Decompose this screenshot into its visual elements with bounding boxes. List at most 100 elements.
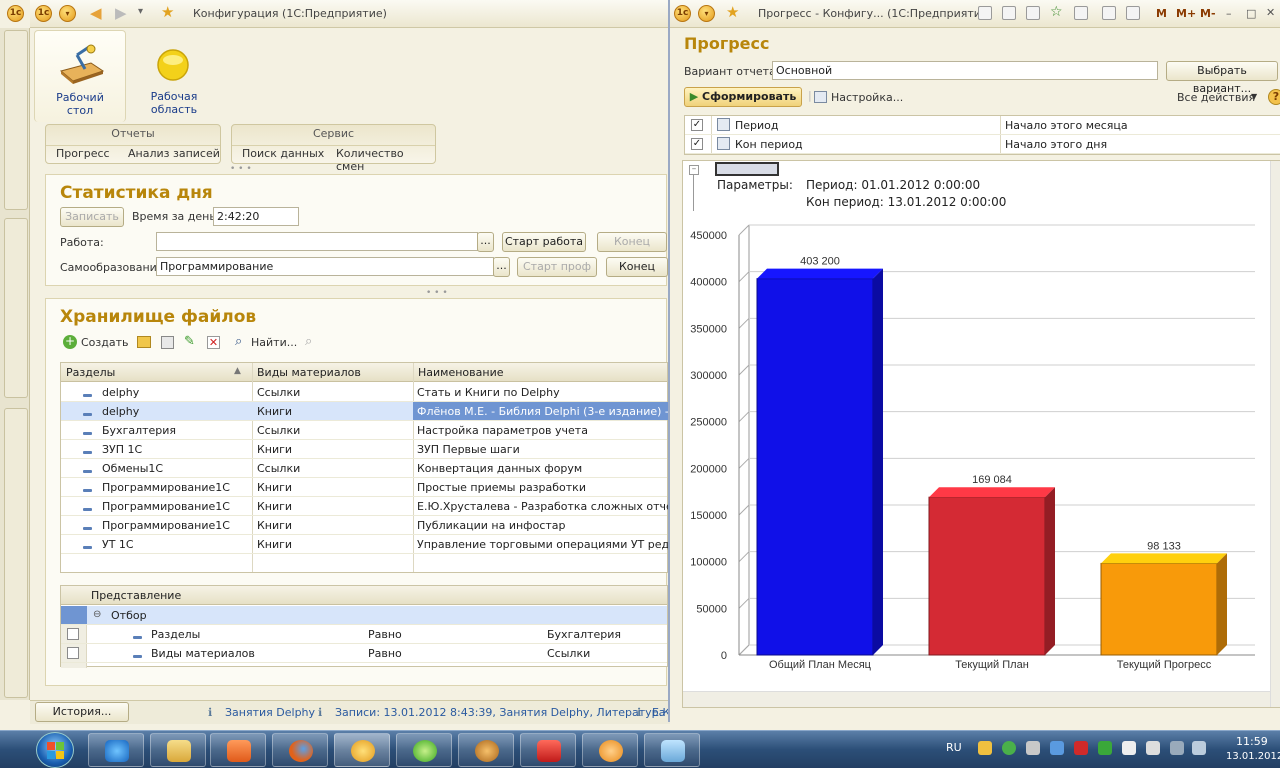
new-folder-icon[interactable] xyxy=(137,336,151,348)
maximize-icon[interactable]: □ xyxy=(1246,7,1256,20)
param-checkbox[interactable]: ✓ xyxy=(691,119,703,131)
1c-logo-icon[interactable]: 1с xyxy=(674,5,691,22)
collapse-icon[interactable]: ⊖ xyxy=(93,609,101,620)
filter-grid[interactable]: Представление ⊖ Отбор Разделы Равно Бухгал… xyxy=(60,585,668,668)
sort-icon[interactable]: ▲ xyxy=(234,366,241,376)
filter-row[interactable]: Виды материалов Равно Ссылки xyxy=(61,644,667,663)
back-arrow-icon[interactable]: ◀ xyxy=(90,4,102,22)
settings-grid-icon[interactable] xyxy=(814,91,827,103)
close-icon[interactable]: ✕ xyxy=(1266,6,1275,19)
acrobat-icon[interactable] xyxy=(520,733,576,767)
1c-logo-icon[interactable]: 1с xyxy=(35,5,52,22)
1c-logo-icon[interactable]: 1с xyxy=(7,5,24,22)
status-link[interactable]: Записи: 13.01.2012 8:43:39, Занятия Delp… xyxy=(335,706,665,719)
col-representation[interactable]: Представление xyxy=(91,589,181,602)
save-button[interactable]: Записать xyxy=(60,207,124,227)
print-icon[interactable] xyxy=(1002,6,1016,20)
param-row[interactable]: ✓ Период Начало этого месяца xyxy=(685,116,1280,135)
filter-row[interactable]: Разделы Равно Бухгалтерия xyxy=(61,625,667,644)
filter-checkbox[interactable] xyxy=(67,647,79,659)
helmet-icon[interactable] xyxy=(458,733,514,767)
tray-icon[interactable] xyxy=(1122,741,1136,755)
self-start-button[interactable]: Старт проф xyxy=(517,257,597,277)
create-plus-icon[interactable]: + xyxy=(63,335,77,349)
tray-icon[interactable] xyxy=(978,741,992,755)
splitter-handle[interactable]: • • • xyxy=(230,164,252,174)
self-select-button[interactable]: ... xyxy=(493,257,510,277)
generate-button[interactable]: ▶ Сформировать xyxy=(684,87,802,107)
variant-field[interactable]: Основной xyxy=(772,61,1158,80)
link-search[interactable]: Поиск данных xyxy=(242,147,324,160)
tray-icon[interactable] xyxy=(1074,741,1088,755)
collapse-icon[interactable]: – xyxy=(689,165,699,175)
calendar-icon[interactable] xyxy=(1126,6,1140,20)
paint-icon[interactable] xyxy=(644,733,700,767)
selected-cell[interactable] xyxy=(715,162,779,176)
param-checkbox[interactable]: ✓ xyxy=(691,138,703,150)
find-button[interactable]: Найти... xyxy=(251,336,297,349)
edit-pencil-icon[interactable]: ✎ xyxy=(184,334,195,349)
memory-plus-button[interactable]: М+ xyxy=(1176,7,1196,20)
clock-time[interactable]: 11:59 xyxy=(1236,735,1268,748)
tray-icon[interactable] xyxy=(1002,741,1016,755)
favorites-star-icon[interactable]: ★ xyxy=(161,3,174,21)
work-start-button[interactable]: Старт работа xyxy=(502,232,586,252)
memory-minus-button[interactable]: М- xyxy=(1200,7,1216,20)
create-button[interactable]: Создать xyxy=(81,336,129,349)
mail-icon[interactable] xyxy=(582,733,638,767)
table-row[interactable]: delphy Книги Флёнов М.Е. - Библия Delphi (… xyxy=(61,402,669,421)
volume-icon[interactable] xyxy=(1192,741,1206,755)
clock-date[interactable]: 13.01.2012 xyxy=(1226,751,1280,762)
save-icon[interactable] xyxy=(978,6,992,20)
self-end-button[interactable]: Конец про xyxy=(606,257,668,277)
icq-icon[interactable] xyxy=(396,733,452,767)
link-shifts[interactable]: Количество смен xyxy=(336,147,435,173)
favorites-star-icon[interactable]: ★ xyxy=(726,3,739,21)
copy-icon[interactable] xyxy=(161,336,174,349)
table-row[interactable]: Обмены1С Ссылки Конвертация данных форум xyxy=(61,459,667,478)
params-grid[interactable]: ✓ Период Начало этого месяца ✓ Кон период Нач… xyxy=(684,115,1280,155)
choose-variant-button[interactable]: Выбрать вариант... xyxy=(1166,61,1278,95)
work-select-button[interactable]: ... xyxy=(477,232,494,252)
1c-icon[interactable] xyxy=(334,733,390,767)
help-icon[interactable]: ? xyxy=(1268,89,1280,105)
splitter-handle[interactable]: • • • xyxy=(426,288,448,298)
tray-icon[interactable] xyxy=(1098,741,1112,755)
history-dropdown-icon[interactable]: ▾ xyxy=(138,6,143,17)
tray-icon[interactable] xyxy=(1050,741,1064,755)
col-material-types[interactable]: Виды материалов xyxy=(257,366,361,379)
self-field[interactable]: Программирование xyxy=(156,257,494,276)
time-field[interactable]: 2:42:20 xyxy=(213,207,299,226)
filter-group-row[interactable]: ⊖ Отбор xyxy=(61,606,667,625)
work-end-button[interactable]: Конец работ xyxy=(597,232,667,252)
left-tab[interactable] xyxy=(4,408,28,698)
left-tab[interactable] xyxy=(4,30,28,210)
table-row[interactable]: Программирование1С Книги Простые приемы ра… xyxy=(61,478,667,497)
table-row[interactable]: Программирование1С Книги Е.Ю.Хрусталева - … xyxy=(61,497,669,516)
preview-icon[interactable] xyxy=(1026,6,1040,20)
link-analysis[interactable]: Анализ записей xyxy=(128,147,220,160)
calculator-icon[interactable] xyxy=(1102,6,1116,20)
add-favorite-icon[interactable]: ☆ xyxy=(1050,4,1063,20)
tray-icon[interactable] xyxy=(1026,741,1040,755)
all-actions-button[interactable]: Все действия xyxy=(1177,91,1255,104)
media-player-icon[interactable] xyxy=(210,733,266,767)
settings-button[interactable]: Настройка... xyxy=(831,91,903,104)
table-row[interactable]: Программирование1С Книги Публикации на инф… xyxy=(61,516,667,535)
find-magnifier-icon[interactable]: ⌕ xyxy=(235,334,242,349)
table-row[interactable]: УТ 1С Книги Управление торговыми операциям… xyxy=(61,535,669,554)
link-icon[interactable] xyxy=(1074,6,1088,20)
forward-arrow-icon[interactable]: ▶ xyxy=(115,4,127,22)
language-indicator[interactable]: RU xyxy=(946,741,962,754)
link-progress[interactable]: Прогресс xyxy=(56,147,110,160)
param-row[interactable]: ✓ Кон период Начало этого дня xyxy=(685,135,1280,154)
all-actions-dropdown-icon[interactable]: ▼ xyxy=(1251,92,1257,101)
cancel-search-icon[interactable]: ⌕ xyxy=(305,334,312,349)
explorer-icon[interactable] xyxy=(150,733,206,767)
left-tab[interactable] xyxy=(4,218,28,398)
status-link[interactable]: Занятия Delphy xyxy=(225,706,315,719)
firefox-icon[interactable] xyxy=(272,733,328,767)
work-field[interactable] xyxy=(156,232,478,251)
col-sections[interactable]: Разделы xyxy=(66,366,115,379)
minimize-icon[interactable]: – xyxy=(1226,7,1232,20)
